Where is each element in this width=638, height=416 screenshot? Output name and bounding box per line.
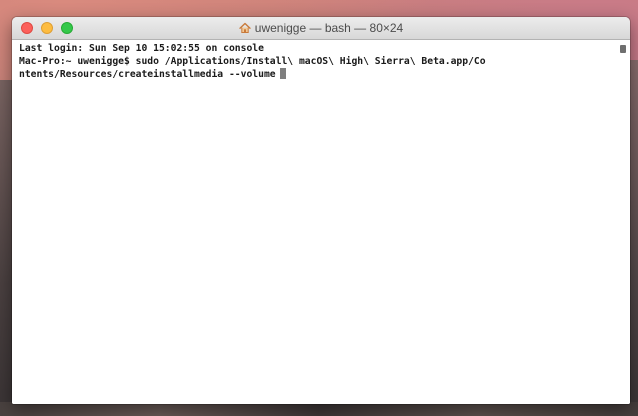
title-bar[interactable]: uwenigge — bash — 80×24 [12,17,630,40]
desktop-background-right [630,60,638,416]
desktop-background-bottom [0,402,638,416]
desktop-background-left [0,80,12,416]
window-title-area: uwenigge — bash — 80×24 [12,17,630,39]
terminal-window[interactable]: uwenigge — bash — 80×24 Last login: Sun … [12,17,630,404]
text-cursor [279,68,286,79]
terminal-line-login: Last login: Sun Sep 10 15:02:55 on conso… [19,43,264,54]
terminal-content[interactable]: Last login: Sun Sep 10 15:02:55 on conso… [12,40,630,404]
terminal-line-command-continued-text: ntents/Resources/createinstallmedia --vo… [19,69,276,80]
scrollbar-thumb[interactable] [620,45,626,53]
window-title: uwenigge — bash — 80×24 [254,21,404,35]
terminal-line-command-continued: ntents/Resources/createinstallmedia --vo… [19,68,614,81]
home-icon [239,19,251,41]
terminal-line-command: Mac-Pro:~ uwenigge$ sudo /Applications/I… [19,56,486,67]
